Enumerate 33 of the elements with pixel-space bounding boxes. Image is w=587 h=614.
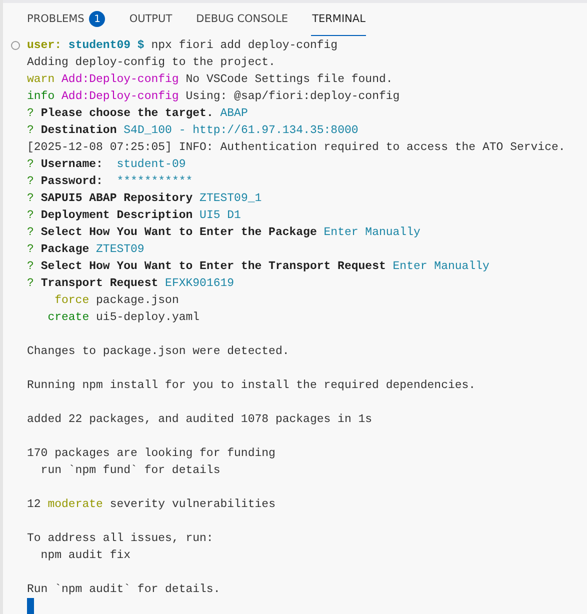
terminal-line: warn Add:Deploy-config No VSCode Settings file found.: [27, 72, 393, 88]
panel-tab[interactable]: PROBLEMS 1: [26, 3, 106, 36]
terminal-line: Running npm install for you to install the required dependencies.: [27, 378, 476, 394]
terminal-line: Run `npm audit` for details.: [27, 582, 220, 598]
terminal-line: ? SAPUI5 ABAP Repository ZTEST09_1: [27, 191, 262, 207]
terminal-line: ? Select How You Want to Enter the Package Enter Manually: [27, 225, 420, 241]
terminal-line: [2025-12-08 07:25:05] INFO: Authentication required to access the ATO Service.: [27, 140, 566, 156]
terminal-line: run `npm fund` for details: [40, 463, 220, 479]
count-badge: 1: [89, 11, 106, 27]
terminal-line: Changes to package.json were detected.: [27, 344, 290, 360]
terminal-line: Adding deploy-config to the project.: [27, 55, 276, 71]
text-cursor: [27, 598, 34, 614]
terminal-line: ? Destination S4D_100 - http://61.97.134.35:8000: [27, 123, 358, 139]
terminal-line: ? Package ZTEST09: [27, 242, 144, 258]
panel-tab[interactable]: DEBUG CONSOLE: [195, 3, 290, 36]
terminal-line: added 22 packages, and audited 1078 packages in 1s: [27, 412, 372, 428]
terminal-line: ? Deployment Description UI5 D1: [27, 208, 241, 224]
command-status-icon: [11, 41, 20, 50]
terminal-line: ? Please choose the target. ABAP: [27, 106, 248, 122]
terminal-line: 12 moderate severity vulnerabilities: [27, 497, 276, 513]
terminal-line: ? Transport Request EFXK901619: [27, 276, 234, 292]
terminal-line: info Add:Deploy-config Using: @sap/fiori:deploy-config: [27, 89, 400, 105]
panel-tab[interactable]: OUTPUT: [128, 3, 174, 36]
terminal-line: ? Username: student-09: [27, 157, 186, 173]
terminal-line: force package.json: [54, 293, 179, 309]
panel-tab[interactable]: TERMINAL: [311, 3, 366, 36]
terminal-line: ? Select How You Want to Enter the Transport Request Enter Manually: [27, 259, 490, 275]
command-line: user: student09 $ npx fiori add deploy-config: [27, 38, 338, 54]
terminal-line: ? Password: ***********: [27, 174, 193, 190]
terminal-line: To address all issues, run:: [27, 531, 214, 547]
terminal-line: create ui5-deploy.yaml: [46, 310, 200, 326]
terminal-line: 170 packages are looking for funding: [27, 446, 276, 462]
terminal-line: npm audit fix: [40, 548, 131, 564]
